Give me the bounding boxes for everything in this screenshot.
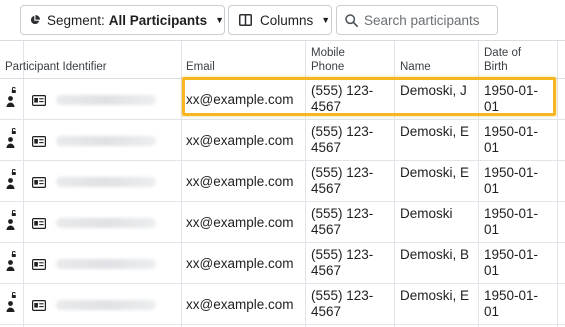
table-row[interactable]: xx@example.com (555) 123-4567 Demoski, B 19… <box>0 243 565 284</box>
table-header: Participant Identifier Email Mobile Phon… <box>0 41 565 79</box>
header-participant-identifier[interactable]: Participant Identifier <box>5 41 180 79</box>
phone-cell: (555) 123-4567 <box>311 83 374 114</box>
pie-chart-icon <box>30 15 40 25</box>
phone-cell: (555) 123-4567 <box>311 247 374 278</box>
dob-cell: 1950-01-01 <box>484 83 539 114</box>
header-date-of-birth[interactable]: Date of Birth <box>484 41 544 79</box>
person-lock-icon[interactable] <box>6 127 18 152</box>
table-row[interactable]: xx@example.com (555) 123-4567 Demoski, E 19… <box>0 161 565 202</box>
id-card-icon[interactable] <box>32 298 47 312</box>
segment-dropdown[interactable]: Segment: All Participants ▼ <box>20 5 225 35</box>
email-cell: xx@example.com <box>186 173 294 189</box>
dob-cell: 1950-01-01 <box>484 165 539 196</box>
participant-identifier-redacted <box>56 300 156 310</box>
name-cell: Demoski <box>400 206 453 221</box>
name-cell: Demoski, J <box>400 83 467 98</box>
participant-identifier-redacted <box>56 136 156 146</box>
email-cell: xx@example.com <box>186 132 294 148</box>
person-lock-icon[interactable] <box>6 168 18 193</box>
chevron-down-icon: ▼ <box>215 15 224 25</box>
id-card-icon[interactable] <box>32 216 47 230</box>
id-card-icon[interactable] <box>32 175 47 189</box>
email-cell: xx@example.com <box>186 255 294 271</box>
dob-cell: 1950-01-01 <box>484 206 539 237</box>
id-card-icon[interactable] <box>32 134 47 148</box>
person-lock-icon[interactable] <box>6 291 18 316</box>
dob-cell: 1950-01-01 <box>484 247 539 278</box>
segment-label: Segment: <box>47 12 105 28</box>
table-row[interactable]: xx@example.com (555) 123-4567 Demoski 1950-… <box>0 202 565 243</box>
header-name[interactable]: Name <box>400 41 475 79</box>
phone-cell: (555) 123-4567 <box>311 206 374 237</box>
email-cell: xx@example.com <box>186 214 294 230</box>
phone-cell: (555) 123-4567 <box>311 124 374 155</box>
participant-identifier-redacted <box>56 177 156 187</box>
columns-icon <box>239 14 252 26</box>
person-lock-icon[interactable] <box>6 250 18 275</box>
search-box[interactable] <box>336 5 498 35</box>
dob-cell: 1950-01-01 <box>484 288 539 319</box>
email-cell: xx@example.com <box>186 296 294 312</box>
id-card-icon[interactable] <box>32 257 47 271</box>
chevron-down-icon: ▼ <box>321 15 331 25</box>
phone-cell: (555) 123-4567 <box>311 288 374 319</box>
email-cell: xx@example.com <box>186 91 294 107</box>
id-card-icon[interactable] <box>32 93 47 107</box>
header-mobile-phone[interactable]: Mobile Phone <box>311 41 371 79</box>
columns-label: Columns <box>260 12 314 28</box>
search-icon <box>345 13 358 27</box>
person-lock-icon[interactable] <box>6 86 18 111</box>
participant-identifier-redacted <box>56 95 156 105</box>
participant-identifier-redacted <box>56 259 156 269</box>
name-cell: Demoski, B <box>400 247 470 262</box>
header-email[interactable]: Email <box>186 41 301 79</box>
table-row[interactable]: xx@example.com (555) 123-4567 Demoski, E 19… <box>0 284 565 325</box>
name-cell: Demoski, E <box>400 288 470 303</box>
person-lock-icon[interactable] <box>6 209 18 234</box>
phone-cell: (555) 123-4567 <box>311 165 374 196</box>
table-row[interactable]: xx@example.com (555) 123-4567 Demoski, E 19… <box>0 120 565 161</box>
columns-button[interactable]: Columns ▼ <box>228 5 332 35</box>
table-row[interactable]: xx@example.com (555) 123-4567 Demoski, J 19… <box>0 79 565 120</box>
search-input[interactable] <box>364 12 494 28</box>
participants-table: Participant Identifier Email Mobile Phon… <box>0 40 565 327</box>
dob-cell: 1950-01-01 <box>484 124 539 155</box>
name-cell: Demoski, E <box>400 165 470 180</box>
participant-identifier-redacted <box>56 218 156 228</box>
toolbar: Segment: All Participants ▼ Columns ▼ <box>0 0 565 40</box>
segment-value: All Participants <box>108 12 208 28</box>
name-cell: Demoski, E <box>400 124 470 139</box>
